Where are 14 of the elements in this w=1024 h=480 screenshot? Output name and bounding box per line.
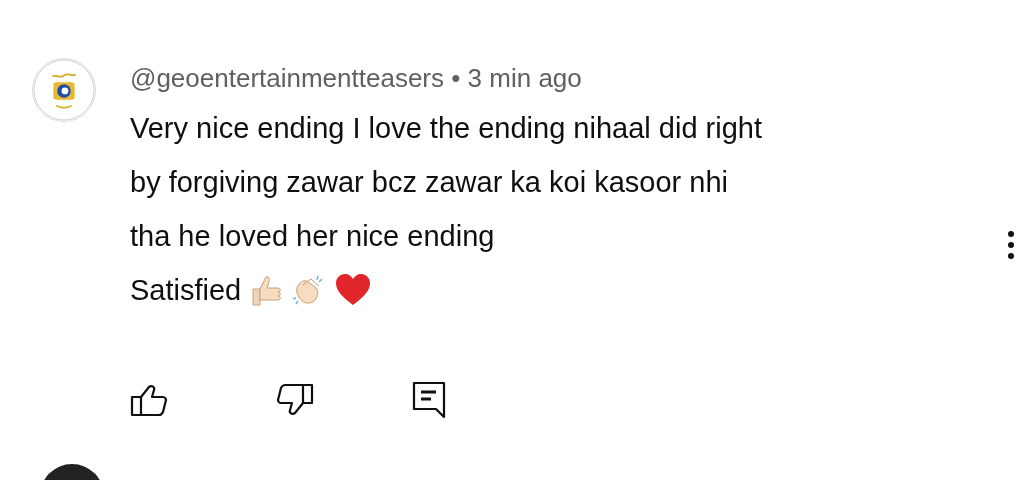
channel-avatar[interactable] xyxy=(32,58,96,122)
separator-dot: • xyxy=(451,63,461,93)
comment-text: Very nice ending I love the ending nihaal did right by forgiving zawar bcz zawar ka koi kasoor nhi tha he loved her nice ending xyxy=(130,110,763,254)
comment-icon xyxy=(412,380,446,419)
comment-text: Satisfied xyxy=(130,272,242,308)
reply-button[interactable] xyxy=(412,380,446,419)
comment-time: 3 min ago xyxy=(467,63,582,93)
heart-emoji-icon xyxy=(335,272,372,307)
like-button[interactable] xyxy=(130,382,168,417)
thumbs-down-icon xyxy=(276,382,314,417)
dislike-button[interactable] xyxy=(276,382,314,417)
menu-icon xyxy=(1008,230,1014,261)
author-name[interactable]: @geoentertainmentteasers xyxy=(130,63,445,93)
thumbs-up-icon xyxy=(130,382,168,417)
